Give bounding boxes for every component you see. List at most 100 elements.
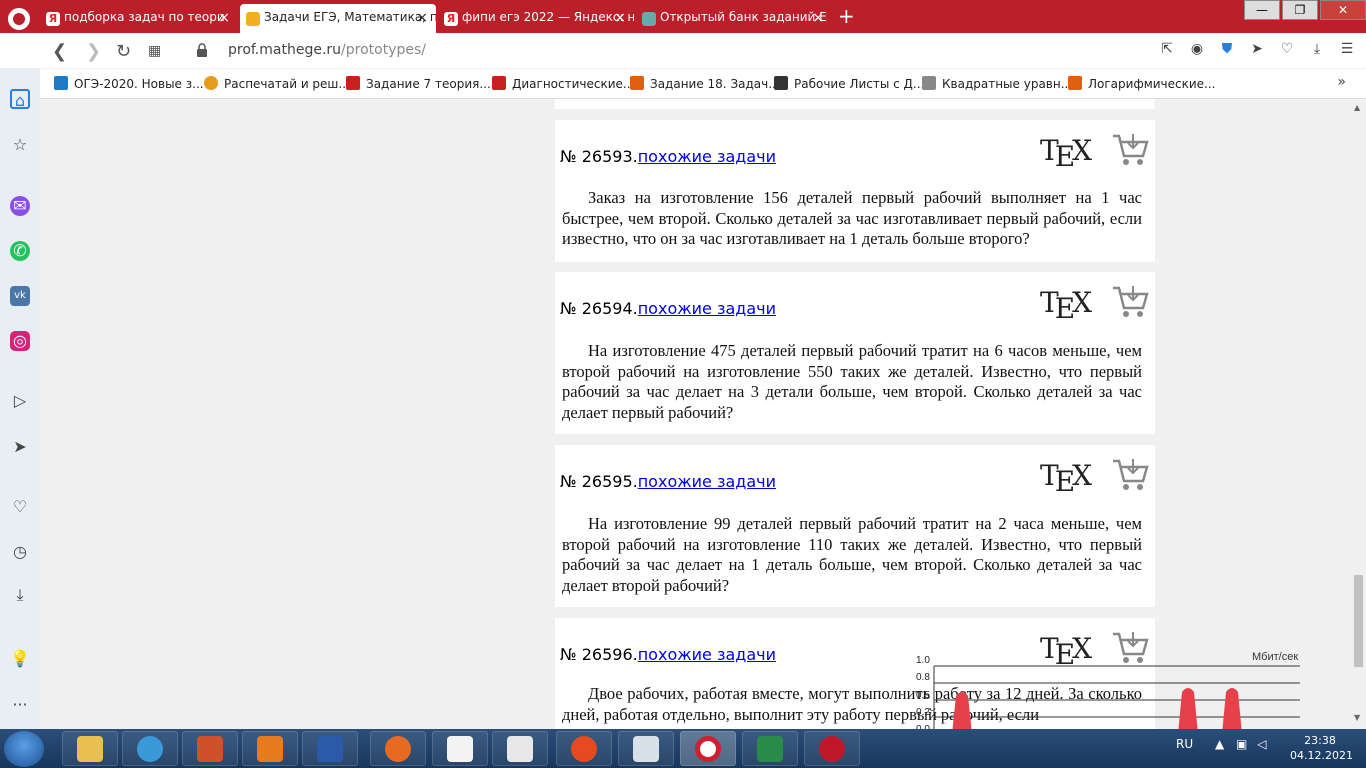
- bookmark-0[interactable]: ОГЭ-2020. Новые з...: [54, 76, 204, 91]
- address-bar[interactable]: prof.mathege.ru/prototypes/: [228, 42, 426, 58]
- tab-3[interactable]: Открытый банк заданий Е ×: [636, 4, 832, 33]
- tex-button[interactable]: TEX: [1040, 134, 1092, 173]
- vk-icon[interactable]: vk: [10, 286, 30, 306]
- heart-icon[interactable]: ♡: [10, 497, 30, 517]
- clock[interactable]: 23:38 04.12.2021: [1290, 733, 1353, 763]
- close-icon[interactable]: ×: [416, 10, 428, 26]
- history-clock-icon[interactable]: ◷: [10, 542, 30, 562]
- scroll-thumb[interactable]: [1354, 575, 1363, 667]
- window-close-icon[interactable]: ✕: [1320, 0, 1366, 20]
- bookmark-7[interactable]: Логарифмические...: [1068, 76, 1216, 91]
- taskbar-firefox[interactable]: [370, 731, 426, 766]
- opera-logo-icon[interactable]: [8, 8, 30, 30]
- network-icon[interactable]: ▣: [1236, 737, 1247, 751]
- netgraph-tick: 0.8: [916, 672, 930, 683]
- taskbar-app[interactable]: [618, 731, 674, 766]
- opera-red-icon: [819, 736, 845, 762]
- bookmark-label: Задание 18. Задач...: [650, 77, 780, 91]
- bookmark-1[interactable]: Распечатай и реш...: [204, 76, 350, 91]
- more-icon[interactable]: ···: [10, 695, 30, 715]
- tab-1-active[interactable]: Задачи ЕГЭ, Математика, п ×: [240, 4, 436, 33]
- scroll-up-icon[interactable]: ▲: [1354, 103, 1360, 112]
- send-icon[interactable]: ➤: [10, 437, 30, 457]
- maximize-icon[interactable]: ❐: [1282, 0, 1318, 20]
- taskbar-ie[interactable]: [122, 731, 178, 766]
- bookmark-3[interactable]: Диагностические...: [492, 76, 634, 91]
- document-icon: [447, 736, 473, 762]
- star-icon[interactable]: ☆: [10, 135, 30, 155]
- taskbar-player[interactable]: [242, 731, 298, 766]
- tray-arrow-icon[interactable]: ▲: [1215, 737, 1224, 751]
- yandex-browser-icon: [507, 736, 533, 762]
- taskbar-yandex[interactable]: [492, 731, 548, 766]
- taskbar-opera-gx[interactable]: [804, 731, 860, 766]
- page-scrollbar[interactable]: ▲ ▼: [1351, 99, 1366, 729]
- taskbar-powerpoint[interactable]: [182, 731, 238, 766]
- tex-button[interactable]: TEX: [1040, 459, 1092, 498]
- taskbar-explorer[interactable]: [62, 731, 118, 766]
- cross-icon: [774, 76, 788, 90]
- taskbar-word[interactable]: [302, 731, 358, 766]
- speed-dial-grid-icon[interactable]: ▦: [148, 43, 161, 59]
- tab-title: Открытый банк заданий Е: [660, 10, 827, 24]
- opera-icon: [695, 736, 721, 762]
- taskbar-excel[interactable]: [742, 731, 798, 766]
- tab-0[interactable]: Я подборка задач по теори ×: [40, 4, 238, 33]
- bookmark-4[interactable]: Задание 18. Задач...: [630, 76, 780, 91]
- start-button[interactable]: [4, 731, 44, 767]
- bookmark-2[interactable]: Задание 7 теория...: [346, 76, 491, 91]
- ie-icon: [137, 736, 163, 762]
- taskbar-film[interactable]: [556, 731, 612, 766]
- similar-problems-link[interactable]: похожие задачи: [638, 299, 776, 318]
- instagram-icon[interactable]: ◎: [10, 331, 30, 351]
- volume-icon[interactable]: ◁: [1257, 737, 1266, 751]
- similar-problems-link[interactable]: похожие задачи: [638, 472, 776, 491]
- forward-icon[interactable]: ❯: [86, 41, 101, 62]
- problem-header: № 26595.похожие задачи: [560, 472, 776, 491]
- messenger-icon[interactable]: ✉: [10, 196, 30, 216]
- menu-icon[interactable]: ☰: [1338, 41, 1356, 59]
- scroll-down-icon[interactable]: ▼: [1354, 713, 1360, 722]
- download-icon[interactable]: ⤓: [10, 585, 30, 605]
- similar-problems-link[interactable]: похожие задачи: [638, 645, 776, 664]
- lightbulb-icon[interactable]: 💡: [10, 649, 30, 669]
- taskbar: RU ▲ ▣ ◁ 23:38 04.12.2021: [0, 729, 1366, 768]
- close-icon[interactable]: ×: [614, 10, 626, 26]
- cart-icon[interactable]: [1111, 457, 1149, 493]
- taskbar-opera[interactable]: [680, 731, 736, 766]
- language-indicator[interactable]: RU: [1176, 737, 1193, 751]
- problem-number: № 26595.: [560, 472, 638, 491]
- close-icon[interactable]: ×: [812, 10, 824, 26]
- more-bookmarks-icon[interactable]: »: [1337, 74, 1346, 90]
- new-tab-plus-icon[interactable]: +: [838, 4, 855, 28]
- cart-icon[interactable]: [1111, 132, 1149, 168]
- camera-icon[interactable]: ◉: [1188, 41, 1206, 59]
- send-icon[interactable]: ➤: [1248, 41, 1266, 59]
- tex-button[interactable]: TEX: [1040, 286, 1092, 325]
- player-icon[interactable]: ▷: [10, 391, 30, 411]
- tab-2[interactable]: Я фипи егэ 2022 — Яндекс: н ×: [438, 4, 634, 33]
- bookmark-5[interactable]: Рабочие Листы с Д...: [774, 76, 924, 91]
- heart-icon[interactable]: ♡: [1278, 41, 1296, 59]
- reload-icon[interactable]: ↻: [116, 41, 131, 62]
- url-path: /prototypes/: [341, 42, 427, 58]
- back-icon[interactable]: ❮: [52, 41, 67, 62]
- taskbar-notepad[interactable]: [432, 731, 488, 766]
- download-icon[interactable]: ⤓: [1308, 41, 1326, 59]
- bookmark-6[interactable]: Квадратные уравн...: [922, 76, 1072, 91]
- shield-icon[interactable]: ⛊: [1218, 41, 1236, 59]
- tab-title: подборка задач по теори: [64, 10, 225, 24]
- share-icon[interactable]: ⇱: [1158, 41, 1176, 59]
- problem-card: № 26593.похожие задачи TEX Заказ на изго…: [555, 120, 1155, 262]
- cart-icon[interactable]: [1111, 284, 1149, 320]
- ege-icon: [1068, 76, 1082, 90]
- minimize-icon[interactable]: —: [1244, 0, 1280, 20]
- ege-icon: [630, 76, 644, 90]
- home-icon[interactable]: ⌂: [10, 89, 30, 110]
- similar-problems-link[interactable]: похожие задачи: [638, 147, 776, 166]
- whatsapp-icon[interactable]: ✆: [10, 241, 30, 261]
- close-icon[interactable]: ×: [218, 10, 230, 26]
- sidebar: ⌂ ☆ ✉ ✆ vk ◎ ▷ ➤ ♡ ◷ ⤓ 💡 ···: [0, 69, 40, 729]
- url-host: prof.mathege.ru: [228, 42, 342, 58]
- math-icon: [492, 76, 506, 90]
